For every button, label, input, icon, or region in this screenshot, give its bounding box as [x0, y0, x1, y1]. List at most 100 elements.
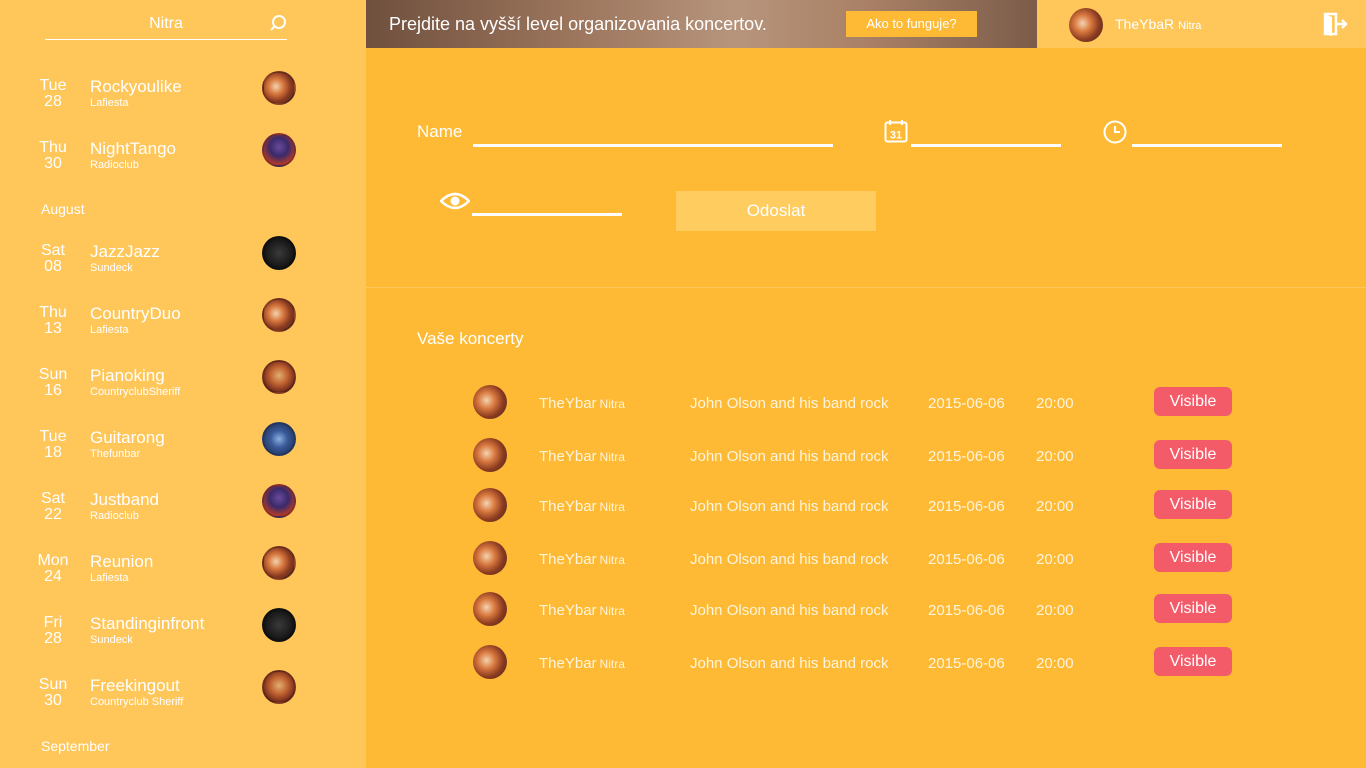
event-title: Pianoking — [90, 366, 165, 385]
avatar — [262, 71, 296, 105]
venue-city: Nitra — [599, 553, 625, 567]
event-day: Sat — [40, 242, 65, 259]
avatar — [262, 298, 296, 332]
event-title: Standinginfront — [90, 614, 205, 633]
concert-name: John Olson and his band rock — [690, 498, 889, 515]
event-day: Tue — [39, 428, 67, 445]
month-heading: September — [41, 738, 110, 754]
list-item[interactable]: Tue 18 Guitarong Thefunbar — [0, 422, 366, 479]
avatar — [262, 236, 296, 270]
table-row[interactable]: TheYbar Nitra John Olson and his band roc… — [366, 592, 1366, 628]
event-day: Fri — [43, 614, 63, 631]
sidebar: Nitra Tue 28 Rockyoulike Lafiesta Thu 30… — [0, 0, 366, 768]
search-input[interactable]: Nitra — [45, 15, 287, 33]
table-row[interactable]: TheYbar Nitra John Olson and his band roc… — [366, 385, 1366, 421]
event-venue: Sundeck — [90, 262, 133, 274]
event-venue: Radioclub — [90, 159, 139, 171]
concert-name: John Olson and his band rock — [690, 551, 889, 568]
visibility-input[interactable] — [472, 213, 622, 216]
event-venue: Lafiesta — [90, 97, 129, 109]
event-venue: Lafiesta — [90, 572, 129, 584]
list-item[interactable]: Thu 13 CountryDuo Lafiesta — [0, 298, 366, 355]
banner-text: Prejdite na vyšší level organizovania ko… — [389, 14, 767, 34]
time-input[interactable] — [1132, 144, 1282, 147]
table-row[interactable]: TheYbar Nitra John Olson and his band roc… — [366, 488, 1366, 524]
event-date: 30 — [44, 155, 62, 172]
table-row[interactable]: TheYbar Nitra John Olson and his band roc… — [366, 438, 1366, 474]
user-name-text: TheYbaR — [1115, 16, 1175, 32]
concert-time: 20:00 — [1036, 498, 1074, 515]
search-icon[interactable] — [269, 14, 287, 32]
visibility-toggle[interactable]: Visible — [1154, 647, 1232, 676]
concert-date: 2015-06-06 — [928, 448, 1005, 465]
list-item[interactable]: Sat 08 JazzJazz Sundeck — [0, 236, 366, 293]
event-venue: Countryclub Sheriff — [90, 696, 184, 708]
concert-form: Name 31 Odoslat — [366, 48, 1366, 288]
concert-name: John Olson and his band rock — [690, 448, 889, 465]
logout-icon[interactable] — [1322, 11, 1348, 37]
event-venue: Radioclub — [90, 510, 139, 522]
calendar-icon: 31 — [884, 120, 908, 143]
list-item[interactable]: Tue 28 Rockyoulike Lafiesta — [0, 71, 366, 128]
list-item[interactable]: Sun 30 Freekingout Countryclub Sheriff — [0, 670, 366, 727]
row-venue: TheYbar Nitra — [539, 498, 625, 515]
venue-name: TheYbar — [539, 655, 597, 672]
row-venue: TheYbar Nitra — [539, 448, 625, 465]
visibility-toggle[interactable]: Visible — [1154, 387, 1232, 416]
visibility-toggle[interactable]: Visible — [1154, 543, 1232, 572]
user-bar: TheYbaR Nitra — [1037, 0, 1366, 48]
venue-city: Nitra — [599, 450, 625, 464]
venue-city: Nitra — [599, 657, 625, 671]
search-field[interactable]: Nitra — [45, 10, 287, 40]
row-venue: TheYbar Nitra — [539, 395, 625, 412]
concerts-title: Vaše koncerty — [417, 329, 524, 348]
date-input[interactable] — [911, 144, 1061, 147]
event-venue: Thefunbar — [90, 448, 141, 460]
name-input[interactable] — [473, 144, 833, 147]
event-day: Sun — [38, 366, 68, 383]
venue-name: TheYbar — [539, 498, 597, 515]
concert-time: 20:00 — [1036, 551, 1074, 568]
user-city: Nitra — [1178, 20, 1202, 32]
avatar[interactable] — [1069, 8, 1103, 42]
table-row[interactable]: TheYbar Nitra John Olson and his band roc… — [366, 645, 1366, 681]
concert-name: John Olson and his band rock — [690, 655, 889, 672]
list-item[interactable]: Thu 30 NightTango Radioclub — [0, 133, 366, 190]
event-venue: CountryclubSheriff — [90, 386, 181, 398]
event-date: 28 — [44, 93, 62, 110]
venue-name: TheYbar — [539, 602, 597, 619]
clock-icon — [1103, 120, 1127, 144]
avatar — [262, 670, 296, 704]
venue-city: Nitra — [599, 604, 625, 618]
submit-button[interactable]: Odoslat — [676, 191, 876, 231]
row-venue: TheYbar Nitra — [539, 602, 625, 619]
how-it-works-button[interactable]: Ako to funguje? — [846, 11, 977, 37]
event-title: Freekingout — [90, 676, 180, 695]
visibility-toggle[interactable]: Visible — [1154, 594, 1232, 623]
table-row[interactable]: TheYbar Nitra John Olson and his band roc… — [366, 541, 1366, 577]
concert-time: 20:00 — [1036, 395, 1074, 412]
list-item[interactable]: Mon 24 Reunion Lafiesta — [0, 546, 366, 603]
event-date: 16 — [44, 382, 62, 399]
avatar — [262, 608, 296, 642]
month-heading: August — [41, 201, 85, 217]
visibility-toggle[interactable]: Visible — [1154, 490, 1232, 519]
avatar — [262, 546, 296, 580]
user-name[interactable]: TheYbaR Nitra — [1115, 16, 1201, 32]
event-date: 08 — [44, 258, 62, 275]
concert-time: 20:00 — [1036, 602, 1074, 619]
eye-icon — [440, 192, 470, 210]
event-title: Rockyoulike — [90, 77, 182, 96]
list-item[interactable]: Sat 22 Justband Radioclub — [0, 484, 366, 541]
avatar — [473, 592, 507, 626]
list-item[interactable]: Fri 28 Standinginfront Sundeck — [0, 608, 366, 665]
avatar — [262, 360, 296, 394]
event-venue: Sundeck — [90, 634, 133, 646]
avatar — [473, 645, 507, 679]
list-item[interactable]: Sun 16 Pianoking CountryclubSheriff — [0, 360, 366, 417]
concert-date: 2015-06-06 — [928, 602, 1005, 619]
calendar-day: 31 — [890, 130, 902, 142]
concert-date: 2015-06-06 — [928, 655, 1005, 672]
event-date: 18 — [44, 444, 62, 461]
visibility-toggle[interactable]: Visible — [1154, 440, 1232, 469]
